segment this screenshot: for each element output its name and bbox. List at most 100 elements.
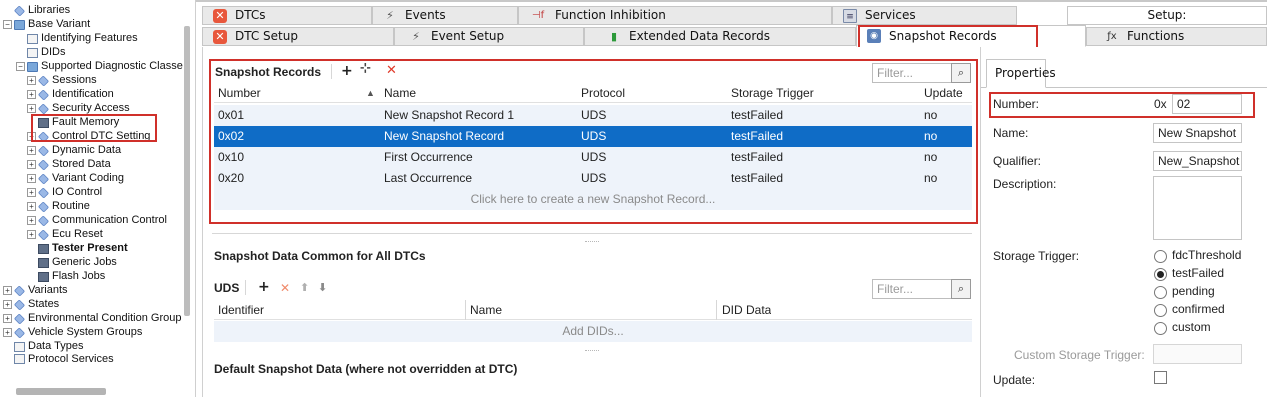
- radio-custom[interactable]: [1154, 322, 1167, 335]
- expand-icon[interactable]: +: [27, 216, 36, 225]
- tab-services[interactable]: ≡ Services: [832, 6, 1017, 25]
- expand-icon[interactable]: +: [27, 76, 36, 85]
- move-down-button[interactable]: ⬇: [318, 281, 327, 295]
- tree-item-fault-memory[interactable]: Fault Memory: [38, 116, 119, 129]
- description-field[interactable]: [1153, 176, 1242, 240]
- tab-functions[interactable]: ƒx Functions: [1086, 27, 1267, 46]
- table-row[interactable]: 0x01 New Snapshot Record 1 UDS testFaile…: [214, 105, 972, 126]
- table-row[interactable]: 0x10 First Occurrence UDS testFailed no: [214, 147, 972, 168]
- section-splitter[interactable]: [585, 350, 599, 351]
- tab-events[interactable]: ⚡ Events: [372, 6, 518, 25]
- expand-icon[interactable]: +: [27, 188, 36, 197]
- tab-event-setup[interactable]: ⚡ Event Setup: [394, 27, 584, 46]
- tree-item-identification[interactable]: + Identification: [27, 88, 114, 101]
- tree-item-supported-diagnostic-classes[interactable]: − Supported Diagnostic Classe: [16, 60, 183, 73]
- column-number[interactable]: Number: [218, 83, 261, 103]
- table-row[interactable]: 0x20 Last Occurrence UDS testFailed no: [214, 168, 972, 189]
- expand-icon[interactable]: +: [3, 300, 12, 309]
- radio-pending[interactable]: [1154, 286, 1167, 299]
- expand-icon[interactable]: +: [27, 104, 36, 113]
- tree-item-environmental-condition-group[interactable]: + Environmental Condition Group: [3, 312, 181, 325]
- radio-confirmed[interactable]: [1154, 304, 1167, 317]
- tree-item-generic-jobs[interactable]: Generic Jobs: [38, 256, 117, 269]
- delete-record-button[interactable]: ✕: [386, 64, 397, 78]
- tree-item-variants[interactable]: + Variants: [3, 284, 68, 297]
- tree-item-ecu-reset[interactable]: + Ecu Reset: [27, 228, 103, 241]
- project-tree[interactable]: Libraries − Base Variant Identifying Feat…: [0, 0, 196, 397]
- sort-ascending-icon[interactable]: ▲: [366, 83, 375, 103]
- expand-icon[interactable]: +: [27, 146, 36, 155]
- expand-icon[interactable]: +: [3, 314, 12, 323]
- tree-item-dids[interactable]: DIDs: [27, 46, 65, 59]
- column-name[interactable]: Name: [470, 300, 502, 320]
- table-row-selected[interactable]: 0x02 New Snapshot Record UDS testFailed …: [214, 126, 972, 147]
- column-did-data[interactable]: DID Data: [722, 300, 771, 320]
- collapse-icon[interactable]: −: [16, 62, 25, 71]
- expand-icon[interactable]: +: [27, 174, 36, 183]
- column-storage-trigger[interactable]: Storage Trigger: [731, 83, 814, 103]
- tab-function-inhibition[interactable]: ⊣f Function Inhibition: [518, 6, 832, 25]
- column-protocol[interactable]: Protocol: [581, 83, 625, 103]
- tab-extended-data-records[interactable]: ▮ Extended Data Records: [584, 27, 856, 46]
- tab-properties[interactable]: Properties: [986, 59, 1056, 88]
- tab-label: Setup:: [1147, 8, 1187, 22]
- expand-icon[interactable]: +: [27, 202, 36, 211]
- tree-item-control-dtc-setting[interactable]: + Control DTC Setting: [27, 130, 150, 143]
- delete-did-button[interactable]: ✕: [280, 281, 290, 295]
- add-record-button[interactable]: +: [341, 64, 353, 78]
- column-name[interactable]: Name: [384, 83, 416, 103]
- section-splitter[interactable]: [585, 241, 599, 242]
- tree-item-data-types[interactable]: Data Types: [14, 340, 83, 353]
- tree-item-libraries[interactable]: Libraries: [13, 4, 70, 17]
- tree-item-dynamic-data[interactable]: + Dynamic Data: [27, 144, 121, 157]
- tab-dtcs[interactable]: ✕ DTCs: [202, 6, 372, 25]
- create-record-hint[interactable]: Click here to create a new Snapshot Reco…: [214, 189, 972, 210]
- tab-snapshot-records[interactable]: ◉ Snapshot Records: [856, 25, 1086, 47]
- tree-vertical-scrollbar[interactable]: [184, 26, 190, 316]
- tree-item-variant-coding[interactable]: + Variant Coding: [27, 172, 124, 185]
- tree-item-protocol-services[interactable]: Protocol Services: [14, 354, 114, 364]
- tab-dtc-setup[interactable]: ✕ DTC Setup: [202, 27, 394, 46]
- expand-icon[interactable]: +: [27, 160, 36, 169]
- column-identifier[interactable]: Identifier: [218, 300, 264, 320]
- tree-horizontal-scrollbar[interactable]: [16, 388, 106, 395]
- expand-icon[interactable]: +: [3, 328, 12, 337]
- radio-testfailed[interactable]: [1154, 268, 1167, 281]
- tree-item-security-access[interactable]: + Security Access: [27, 102, 130, 115]
- tree-item-base-variant[interactable]: − Base Variant: [3, 18, 90, 31]
- tab-setup[interactable]: Setup:: [1067, 6, 1267, 25]
- collapse-icon[interactable]: −: [3, 20, 12, 29]
- add-child-icon[interactable]: ⊹: [360, 62, 371, 76]
- tree-item-states[interactable]: + States: [3, 298, 59, 311]
- move-up-button[interactable]: ⬆: [300, 281, 309, 295]
- tree-item-routine[interactable]: + Routine: [27, 200, 90, 213]
- tree-item-io-control[interactable]: + IO Control: [27, 186, 102, 199]
- radio-fdcthreshold[interactable]: [1154, 250, 1167, 263]
- tree-item-identifying-features[interactable]: Identifying Features: [27, 32, 138, 45]
- expand-icon[interactable]: +: [27, 90, 36, 99]
- expand-icon[interactable]: +: [3, 286, 12, 295]
- name-field[interactable]: New Snapshot: [1153, 123, 1242, 143]
- expand-icon[interactable]: +: [27, 132, 36, 141]
- snapshot-filter-input[interactable]: Filter...: [872, 63, 952, 83]
- custom-trigger-label: Custom Storage Trigger:: [1014, 348, 1145, 362]
- qualifier-field[interactable]: New_Snapshot: [1153, 151, 1242, 171]
- add-dids-hint[interactable]: Add DIDs...: [214, 321, 972, 342]
- number-field[interactable]: 02: [1172, 94, 1242, 114]
- custom-trigger-field[interactable]: [1153, 344, 1242, 364]
- create-record-row[interactable]: Click here to create a new Snapshot Reco…: [214, 189, 972, 210]
- tree-item-flash-jobs[interactable]: Flash Jobs: [38, 270, 105, 283]
- tree-item-stored-data[interactable]: + Stored Data: [27, 158, 111, 171]
- search-icon[interactable]: ⌕: [951, 279, 971, 299]
- tree-item-communication-control[interactable]: + Communication Control: [27, 214, 167, 227]
- add-did-button[interactable]: +: [258, 280, 270, 294]
- search-icon[interactable]: ⌕: [951, 63, 971, 83]
- tree-item-vehicle-system-groups[interactable]: + Vehicle System Groups: [3, 326, 142, 339]
- add-dids-row[interactable]: Add DIDs...: [214, 321, 972, 342]
- tree-item-tester-present[interactable]: Tester Present: [38, 242, 128, 255]
- tree-item-sessions[interactable]: + Sessions: [27, 74, 97, 87]
- common-filter-input[interactable]: Filter...: [872, 279, 952, 299]
- expand-icon[interactable]: +: [27, 230, 36, 239]
- update-checkbox[interactable]: [1154, 371, 1167, 384]
- column-update[interactable]: Update: [924, 83, 963, 103]
